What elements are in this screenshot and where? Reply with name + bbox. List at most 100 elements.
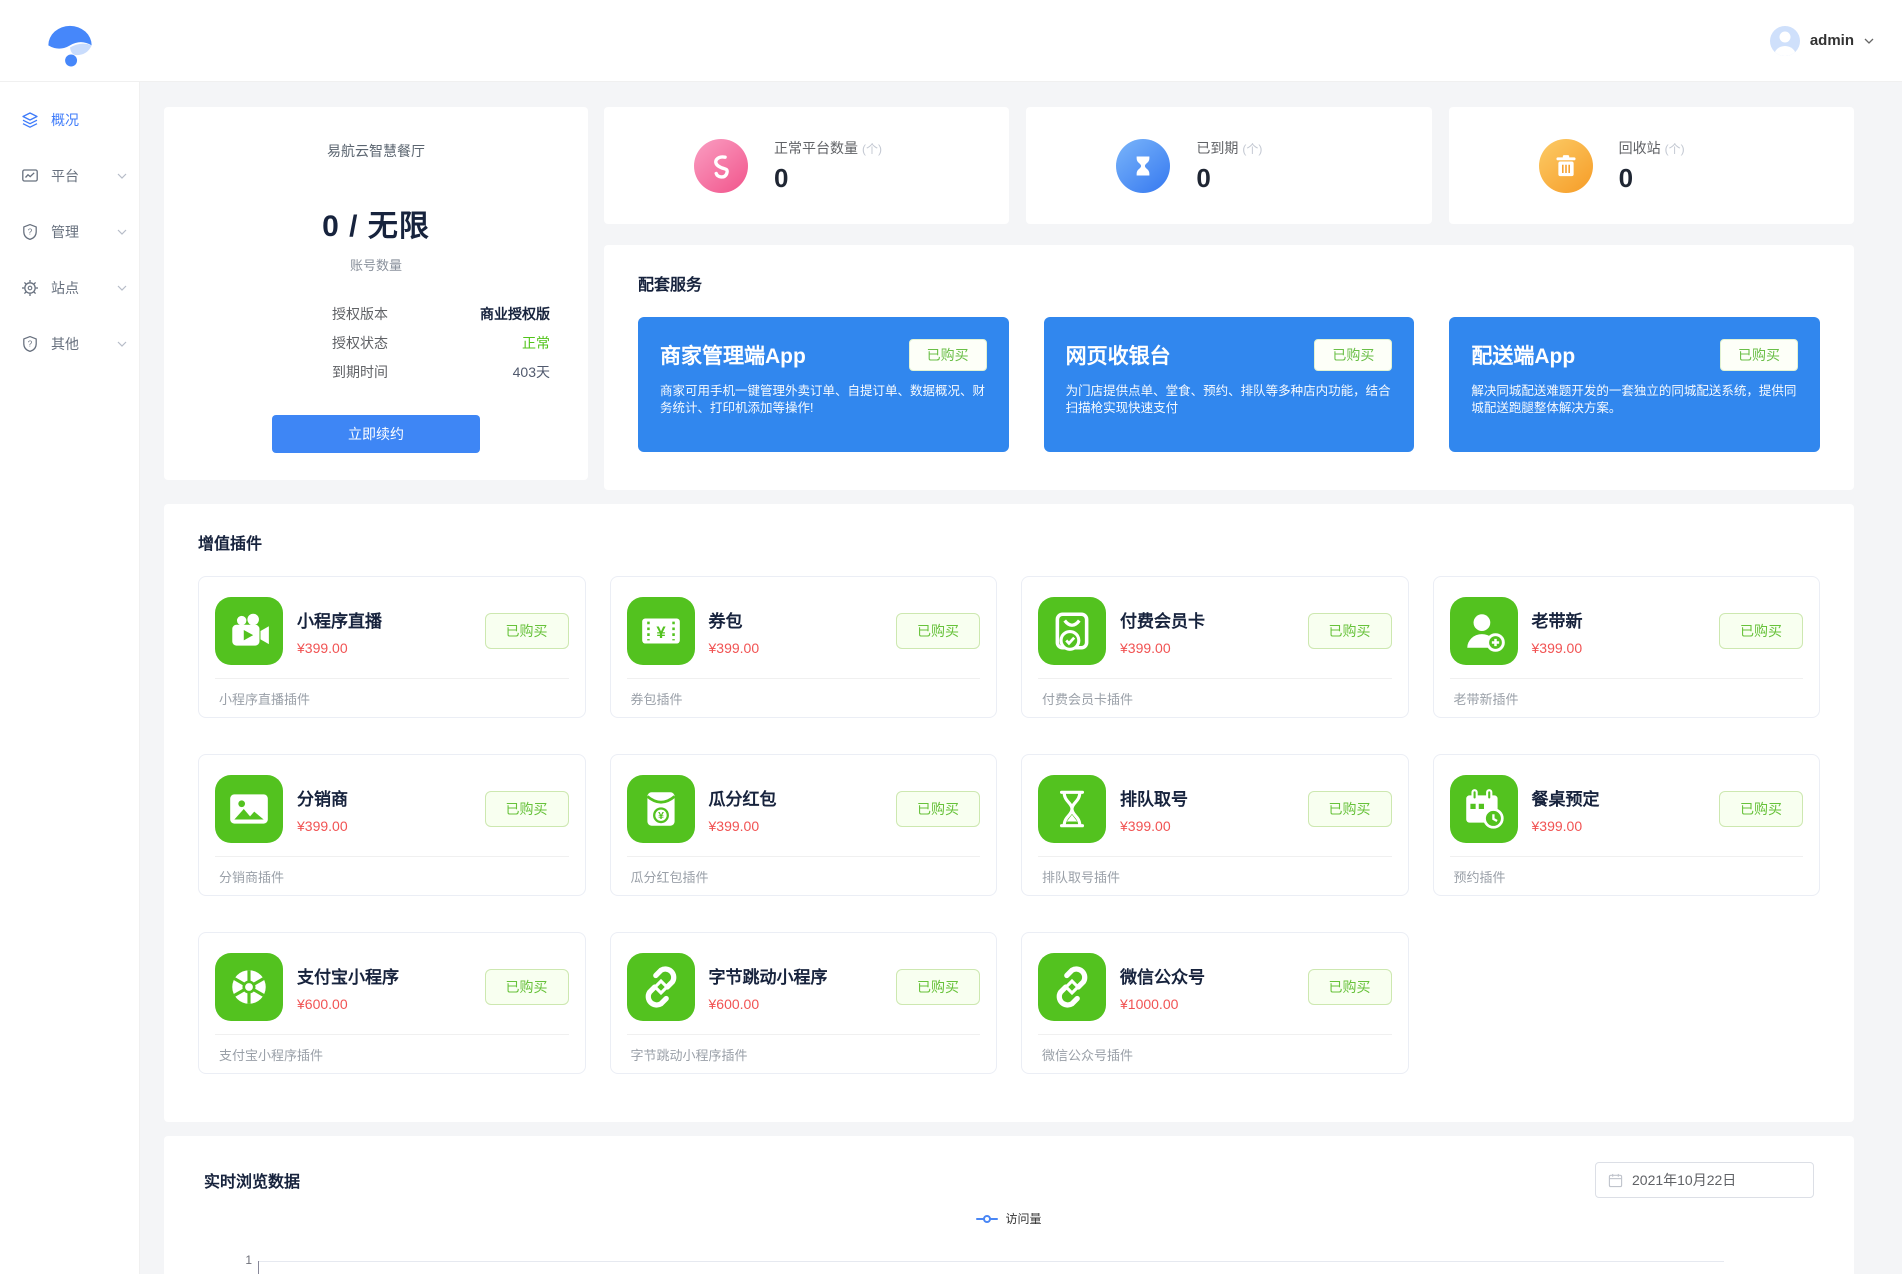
sidebar-item-overview[interactable]: 概况	[0, 92, 139, 148]
purchased-button[interactable]: 已购买	[896, 969, 980, 1005]
purchased-button[interactable]: 已购买	[1308, 791, 1392, 827]
service-desc: 为门店提供点单、堂食、预约、排队等多种店内功能，结合扫描枪实现快速支付	[1066, 383, 1393, 417]
image-icon	[215, 775, 283, 843]
chevron-down-icon	[117, 341, 127, 347]
chevron-down-icon	[117, 229, 127, 235]
y-axis-tick: 1	[230, 1253, 252, 1267]
purchased-button[interactable]: 已购买	[1720, 339, 1798, 371]
main-content: 易航云智慧餐厅 0 / 无限 账号数量 授权版本 商业授权版 授权状态 正常 到…	[140, 82, 1902, 1274]
service-card-delivery-app: 配送端App 已购买 解决同城配送难题开发的一套独立的同城配送系统，提供同城配送…	[1449, 317, 1820, 452]
line-series-marker-icon	[976, 1218, 998, 1220]
svg-text:¥: ¥	[656, 623, 666, 642]
plugins-panel: 增值插件 小程序直播 ¥399.00 已购买 小程序直播插件	[164, 504, 1854, 1122]
restaurant-name: 易航云智慧餐厅	[164, 141, 588, 161]
license-card: 易航云智慧餐厅 0 / 无限 账号数量 授权版本 商业授权版 授权状态 正常 到…	[164, 107, 588, 480]
purchased-button[interactable]: 已购买	[1719, 791, 1803, 827]
service-desc: 商家可用手机一键管理外卖订单、自提订单、数据概况、财务统计、打印机添加等操作!	[660, 383, 987, 417]
red-packet-icon: ¥	[627, 775, 695, 843]
link-loop-icon	[694, 139, 748, 193]
sidebar-item-label: 管理	[51, 222, 117, 242]
purchased-button[interactable]: 已购买	[1314, 339, 1392, 371]
purchased-button[interactable]: 已购买	[1719, 613, 1803, 649]
svg-text:?: ?	[28, 340, 33, 349]
plugin-price: ¥1000.00	[1120, 996, 1300, 1012]
calendar-clock-icon	[1450, 775, 1518, 843]
chart-y-axis-line	[258, 1261, 259, 1274]
purchased-button[interactable]: 已购买	[485, 969, 569, 1005]
date-picker[interactable]: 2021年10月22日	[1595, 1162, 1814, 1198]
chart-gridline	[258, 1261, 1724, 1262]
account-quota: 0 / 无限	[164, 201, 588, 245]
sidebar: 概况 平台 ? 管理 站点 ? 其他	[0, 82, 140, 1274]
plugin-price: ¥399.00	[1120, 818, 1300, 834]
add-user-icon	[1450, 597, 1518, 665]
purchased-button[interactable]: 已购买	[1308, 613, 1392, 649]
plugin-card-red-packet: ¥ 瓜分红包 ¥399.00 已购买 瓜分红包插件	[610, 754, 998, 896]
legend-item-visits[interactable]: 访问量	[204, 1210, 1814, 1227]
platform-chart-icon	[21, 167, 39, 185]
plugin-price: ¥600.00	[709, 996, 889, 1012]
sidebar-item-site[interactable]: 站点	[0, 260, 139, 316]
user-name: admin	[1810, 32, 1854, 49]
app-logo-cloud-icon	[44, 15, 96, 67]
analytics-panel: 实时浏览数据 2021年10月22日 访问量 1	[164, 1136, 1854, 1274]
plugin-card-distributor: 分销商 ¥399.00 已购买 分销商插件	[198, 754, 586, 896]
sidebar-item-other[interactable]: ? 其他	[0, 316, 139, 372]
chevron-down-icon	[117, 173, 127, 179]
license-detail-rows: 授权版本 商业授权版 授权状态 正常 到期时间 403天	[332, 300, 550, 387]
plugin-price: ¥399.00	[1532, 818, 1712, 834]
purchased-button[interactable]: 已购买	[485, 791, 569, 827]
plugin-card-coupon-pack: ¥ 券包 ¥399.00 已购买 券包插件	[610, 576, 998, 718]
sidebar-item-manage[interactable]: ? 管理	[0, 204, 139, 260]
plugin-footer: 瓜分红包插件	[627, 856, 981, 886]
plugin-price: ¥399.00	[709, 818, 889, 834]
plugin-footer: 排队取号插件	[1038, 856, 1392, 886]
plugin-footer: 预约插件	[1450, 856, 1804, 886]
purchased-button[interactable]: 已购买	[1308, 969, 1392, 1005]
plugin-price: ¥399.00	[297, 640, 477, 656]
layers-icon	[21, 111, 39, 129]
purchased-button[interactable]: 已购买	[485, 613, 569, 649]
plugin-price: ¥600.00	[297, 996, 477, 1012]
sidebar-item-label: 概况	[51, 110, 127, 130]
plugin-price: ¥399.00	[297, 818, 477, 834]
plugin-card-queue-number: 排队取号 ¥399.00 已购买 排队取号插件	[1021, 754, 1409, 896]
alipay-wheel-icon	[215, 953, 283, 1021]
stat-card-normal-platforms: 正常平台数量(个) 0	[604, 107, 1009, 224]
plugins-title: 增值插件	[198, 530, 1820, 554]
date-value: 2021年10月22日	[1632, 1170, 1736, 1190]
renew-button[interactable]: 立即续约	[272, 415, 480, 453]
link-chain-icon	[1038, 953, 1106, 1021]
services-panel: 配套服务 商家管理端App 已购买 商家可用手机一键管理外卖订单、自提订单、数据…	[604, 245, 1854, 490]
plugin-price: ¥399.00	[1120, 640, 1300, 656]
plugin-price: ¥399.00	[1532, 640, 1712, 656]
license-expiry-value: 403天	[513, 358, 550, 387]
plugin-card-table-reservation: 餐桌预定 ¥399.00 已购买 预约插件	[1433, 754, 1821, 896]
plugin-footer: 老带新插件	[1450, 678, 1804, 708]
purchased-button[interactable]: 已购买	[896, 613, 980, 649]
plugin-footer: 分销商插件	[215, 856, 569, 886]
trash-icon	[1539, 139, 1593, 193]
purchased-button[interactable]: 已购买	[896, 791, 980, 827]
sidebar-item-label: 平台	[51, 166, 117, 186]
plugin-card-member-card: 付费会员卡 ¥399.00 已购买 付费会员卡插件	[1021, 576, 1409, 718]
license-row-version: 授权版本 商业授权版	[332, 300, 550, 329]
svg-text:¥: ¥	[658, 811, 664, 822]
avatar	[1770, 26, 1800, 56]
chevron-down-icon	[1864, 38, 1874, 44]
sidebar-item-platform[interactable]: 平台	[0, 148, 139, 204]
stat-value: 0	[1619, 163, 1685, 194]
license-row-expiry: 到期时间 403天	[332, 358, 550, 387]
plugin-card-referral: 老带新 ¥399.00 已购买 老带新插件	[1433, 576, 1821, 718]
purchased-button[interactable]: 已购买	[909, 339, 987, 371]
service-desc: 解决同城配送难题开发的一套独立的同城配送系统，提供同城配送跑腿整体解决方案。	[1471, 383, 1798, 417]
plugin-card-wechat-official: 微信公众号 ¥1000.00 已购买 微信公众号插件	[1021, 932, 1409, 1074]
shield-question-icon: ?	[21, 223, 39, 241]
service-card-merchant-app: 商家管理端App 已购买 商家可用手机一键管理外卖订单、自提订单、数据概况、财务…	[638, 317, 1009, 452]
sidebar-item-label: 其他	[51, 334, 117, 354]
plugin-card-alipay-miniapp: 支付宝小程序 ¥600.00 已购买 支付宝小程序插件	[198, 932, 586, 1074]
user-menu[interactable]: admin	[1770, 26, 1874, 56]
plugin-card-bytedance-miniapp: 字节跳动小程序 ¥600.00 已购买 字节跳动小程序插件	[610, 932, 998, 1074]
account-quota-label: 账号数量	[164, 255, 588, 274]
license-version-value: 商业授权版	[480, 300, 550, 329]
